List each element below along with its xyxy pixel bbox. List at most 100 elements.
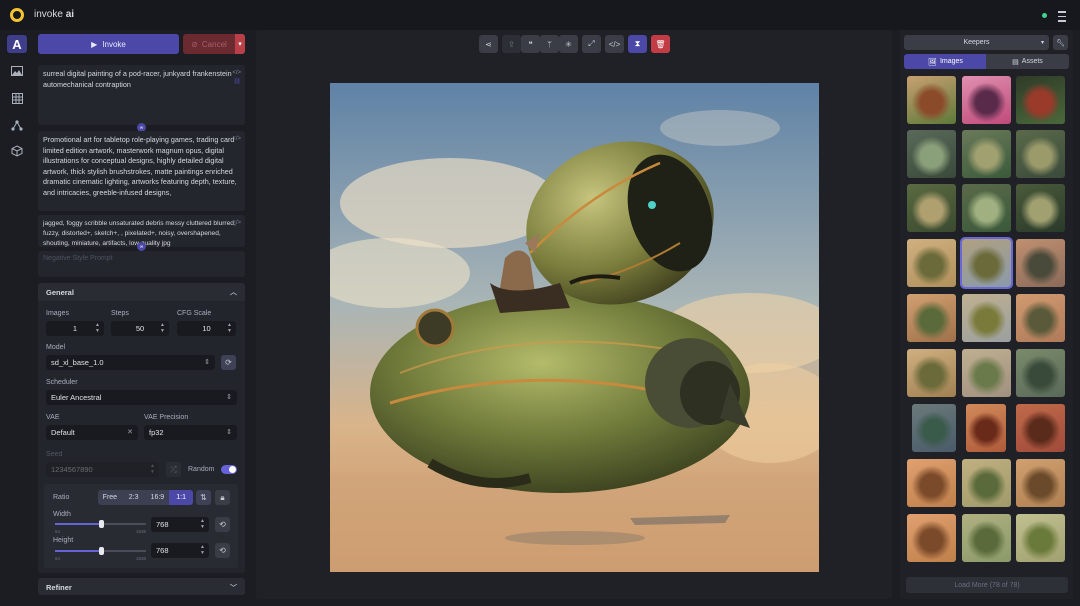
vae-select[interactable]: Default ✕ (46, 425, 138, 440)
embedding-icon[interactable]: </> (232, 218, 241, 228)
general-panel-header[interactable]: General ︿ (38, 283, 245, 301)
recall-seed-button[interactable]: ᛘ (540, 35, 559, 53)
gallery-thumbnail[interactable] (962, 184, 1011, 232)
recall-prompt-button[interactable]: ❝ (521, 35, 540, 53)
ratio-1-1-button[interactable]: 1:1 (169, 490, 193, 505)
board-select[interactable]: Keepers ▾ (904, 35, 1049, 50)
height-slider-thumb[interactable] (98, 547, 104, 555)
assets-icon: ▤ (1012, 58, 1019, 66)
gallery-thumbnail[interactable] (962, 349, 1011, 397)
canvas-tab[interactable] (7, 89, 27, 107)
positive-prompt-input[interactable]: surreal digital painting of a pod-racer,… (38, 65, 245, 125)
ratio-free-button[interactable]: Free (98, 490, 122, 505)
lock-ratio-button[interactable]: 🔒︎ (215, 490, 230, 505)
shuffle-seed-button[interactable]: ⤮ (166, 462, 181, 477)
gallery-thumbnail[interactable] (1016, 514, 1065, 562)
width-max-label: 1536 (136, 529, 147, 534)
stepper-icon[interactable]: ▲ ▼ (200, 544, 205, 556)
width-input[interactable]: 768 ▲ ▼ (151, 517, 209, 532)
gallery-thumbnail[interactable] (962, 76, 1011, 124)
gallery-thumbnail[interactable] (907, 76, 956, 124)
load-more-button[interactable]: Load More (78 of 78) (906, 577, 1068, 593)
model-select[interactable]: sd_xl_base_1.0 ⇕ (46, 355, 215, 370)
gallery-thumbnail[interactable] (907, 239, 956, 287)
embedding-icon[interactable]: </> (232, 134, 241, 145)
tab-images[interactable]: 🖼︎ Images (904, 54, 987, 69)
reset-height-button[interactable]: ⟲ (215, 543, 230, 558)
delete-image-button[interactable]: 🗑︎ (651, 35, 670, 53)
negative-style-prompt-input[interactable]: Negative Style Prompt (38, 251, 245, 277)
ratio-16-9-button[interactable]: 16:9 (146, 490, 170, 505)
invoke-button[interactable]: ▶ Invoke (38, 34, 179, 54)
images-input[interactable]: 1 ▲ ▼ (46, 321, 104, 336)
gallery-thumbnail[interactable] (907, 459, 956, 507)
gallery-thumbnail[interactable] (962, 514, 1011, 562)
gallery-thumbnail[interactable] (907, 514, 956, 562)
swap-dimensions-button[interactable]: ⇅ (196, 490, 211, 505)
link-icon[interactable]: ⛓ (233, 77, 241, 88)
stepper-icon[interactable]: ▲ ▼ (95, 322, 100, 334)
stepper-icon[interactable]: ▲ ▼ (160, 322, 165, 334)
gallery-thumbnail[interactable] (907, 349, 956, 397)
gallery-thumbnail[interactable] (907, 294, 956, 342)
grid-icon (11, 92, 23, 104)
gallery-thumbnail[interactable] (960, 237, 1013, 289)
show-metadata-button[interactable]: </> (605, 35, 624, 53)
workflow-tab[interactable] (7, 116, 27, 134)
style-prompt-input[interactable]: Promotional art for tabletop role-playin… (38, 131, 245, 211)
stepper-icon[interactable]: ▲ ▼ (200, 518, 205, 530)
image-to-image-tab[interactable] (7, 62, 27, 80)
share-button[interactable]: ⋖ (479, 35, 498, 53)
vae-precision-select[interactable]: fp32 ⇕ (144, 425, 237, 440)
sync-models-button[interactable]: ⟳ (221, 355, 236, 370)
concat-link-icon[interactable]: ∞ (137, 242, 146, 251)
gallery-thumbnail[interactable] (966, 404, 1006, 452)
upscale-button[interactable]: ⤢ (582, 35, 601, 53)
gallery-thumbnail[interactable] (1016, 349, 1065, 397)
stepper-icon[interactable]: ▲ ▼ (227, 322, 232, 334)
reset-width-button[interactable]: ⟲ (215, 517, 230, 532)
current-image[interactable] (330, 83, 819, 572)
gallery-thumbnail[interactable] (1016, 130, 1065, 178)
steps-input[interactable]: 50 ▲ ▼ (111, 321, 169, 336)
stepper-icon[interactable]: ▲ ▼ (150, 463, 155, 475)
gallery-thumbnail[interactable] (1016, 76, 1065, 124)
gallery-thumbnail[interactable] (1016, 459, 1065, 507)
gallery-thumbnail[interactable] (1016, 184, 1065, 232)
ratio-2-3-button[interactable]: 2:3 (122, 490, 146, 505)
gallery-settings-button[interactable]: 🔧︎ (1053, 35, 1068, 50)
cancel-dropdown-button[interactable]: ▾ (235, 34, 245, 54)
steps-label: Steps (111, 310, 129, 317)
text-to-image-tab[interactable]: A (7, 35, 27, 53)
width-slider[interactable] (55, 520, 146, 528)
gallery-thumbnail[interactable] (907, 130, 956, 178)
image-icon (11, 66, 23, 76)
recall-all-button[interactable]: ✳ (559, 35, 578, 53)
width-slider-thumb[interactable] (98, 520, 104, 528)
refiner-panel-header[interactable]: Refiner ﹀ (38, 578, 245, 595)
gallery-thumbnail[interactable] (962, 459, 1011, 507)
updown-icon: ⇕ (226, 394, 232, 401)
random-seed-toggle[interactable] (221, 465, 237, 474)
clear-icon[interactable]: ✕ (127, 428, 133, 436)
lock-icon: 🔒︎ (220, 492, 225, 502)
height-slider[interactable] (55, 547, 146, 555)
gallery-thumbnail[interactable] (1016, 239, 1065, 287)
tab-assets[interactable]: ▤ Assets (986, 54, 1069, 69)
seed-input[interactable]: 1234567890 ▲ ▼ (46, 462, 159, 477)
gallery-thumbnail[interactable] (962, 130, 1011, 178)
gallery-thumbnail[interactable] (1016, 294, 1065, 342)
hamburger-menu-icon[interactable] (1058, 8, 1068, 22)
gallery-thumbnail[interactable] (912, 404, 956, 452)
show-progress-button[interactable]: ⧗ (628, 35, 647, 53)
gallery-thumbnail[interactable] (907, 184, 956, 232)
height-input[interactable]: 768 ▲ ▼ (151, 543, 209, 558)
connection-status-icon (1042, 13, 1047, 18)
gallery-thumbnail[interactable] (962, 294, 1011, 342)
model-manager-tab[interactable] (7, 142, 27, 160)
gallery-thumbnail[interactable] (1016, 404, 1065, 452)
cfg-scale-input[interactable]: 10 ▲ ▼ (177, 321, 236, 336)
use-as-init-button[interactable]: ⇪ (502, 35, 521, 53)
scheduler-select[interactable]: Euler Ancestral ⇕ (46, 390, 237, 405)
cancel-button[interactable]: ⊘ Cancel (183, 34, 235, 54)
